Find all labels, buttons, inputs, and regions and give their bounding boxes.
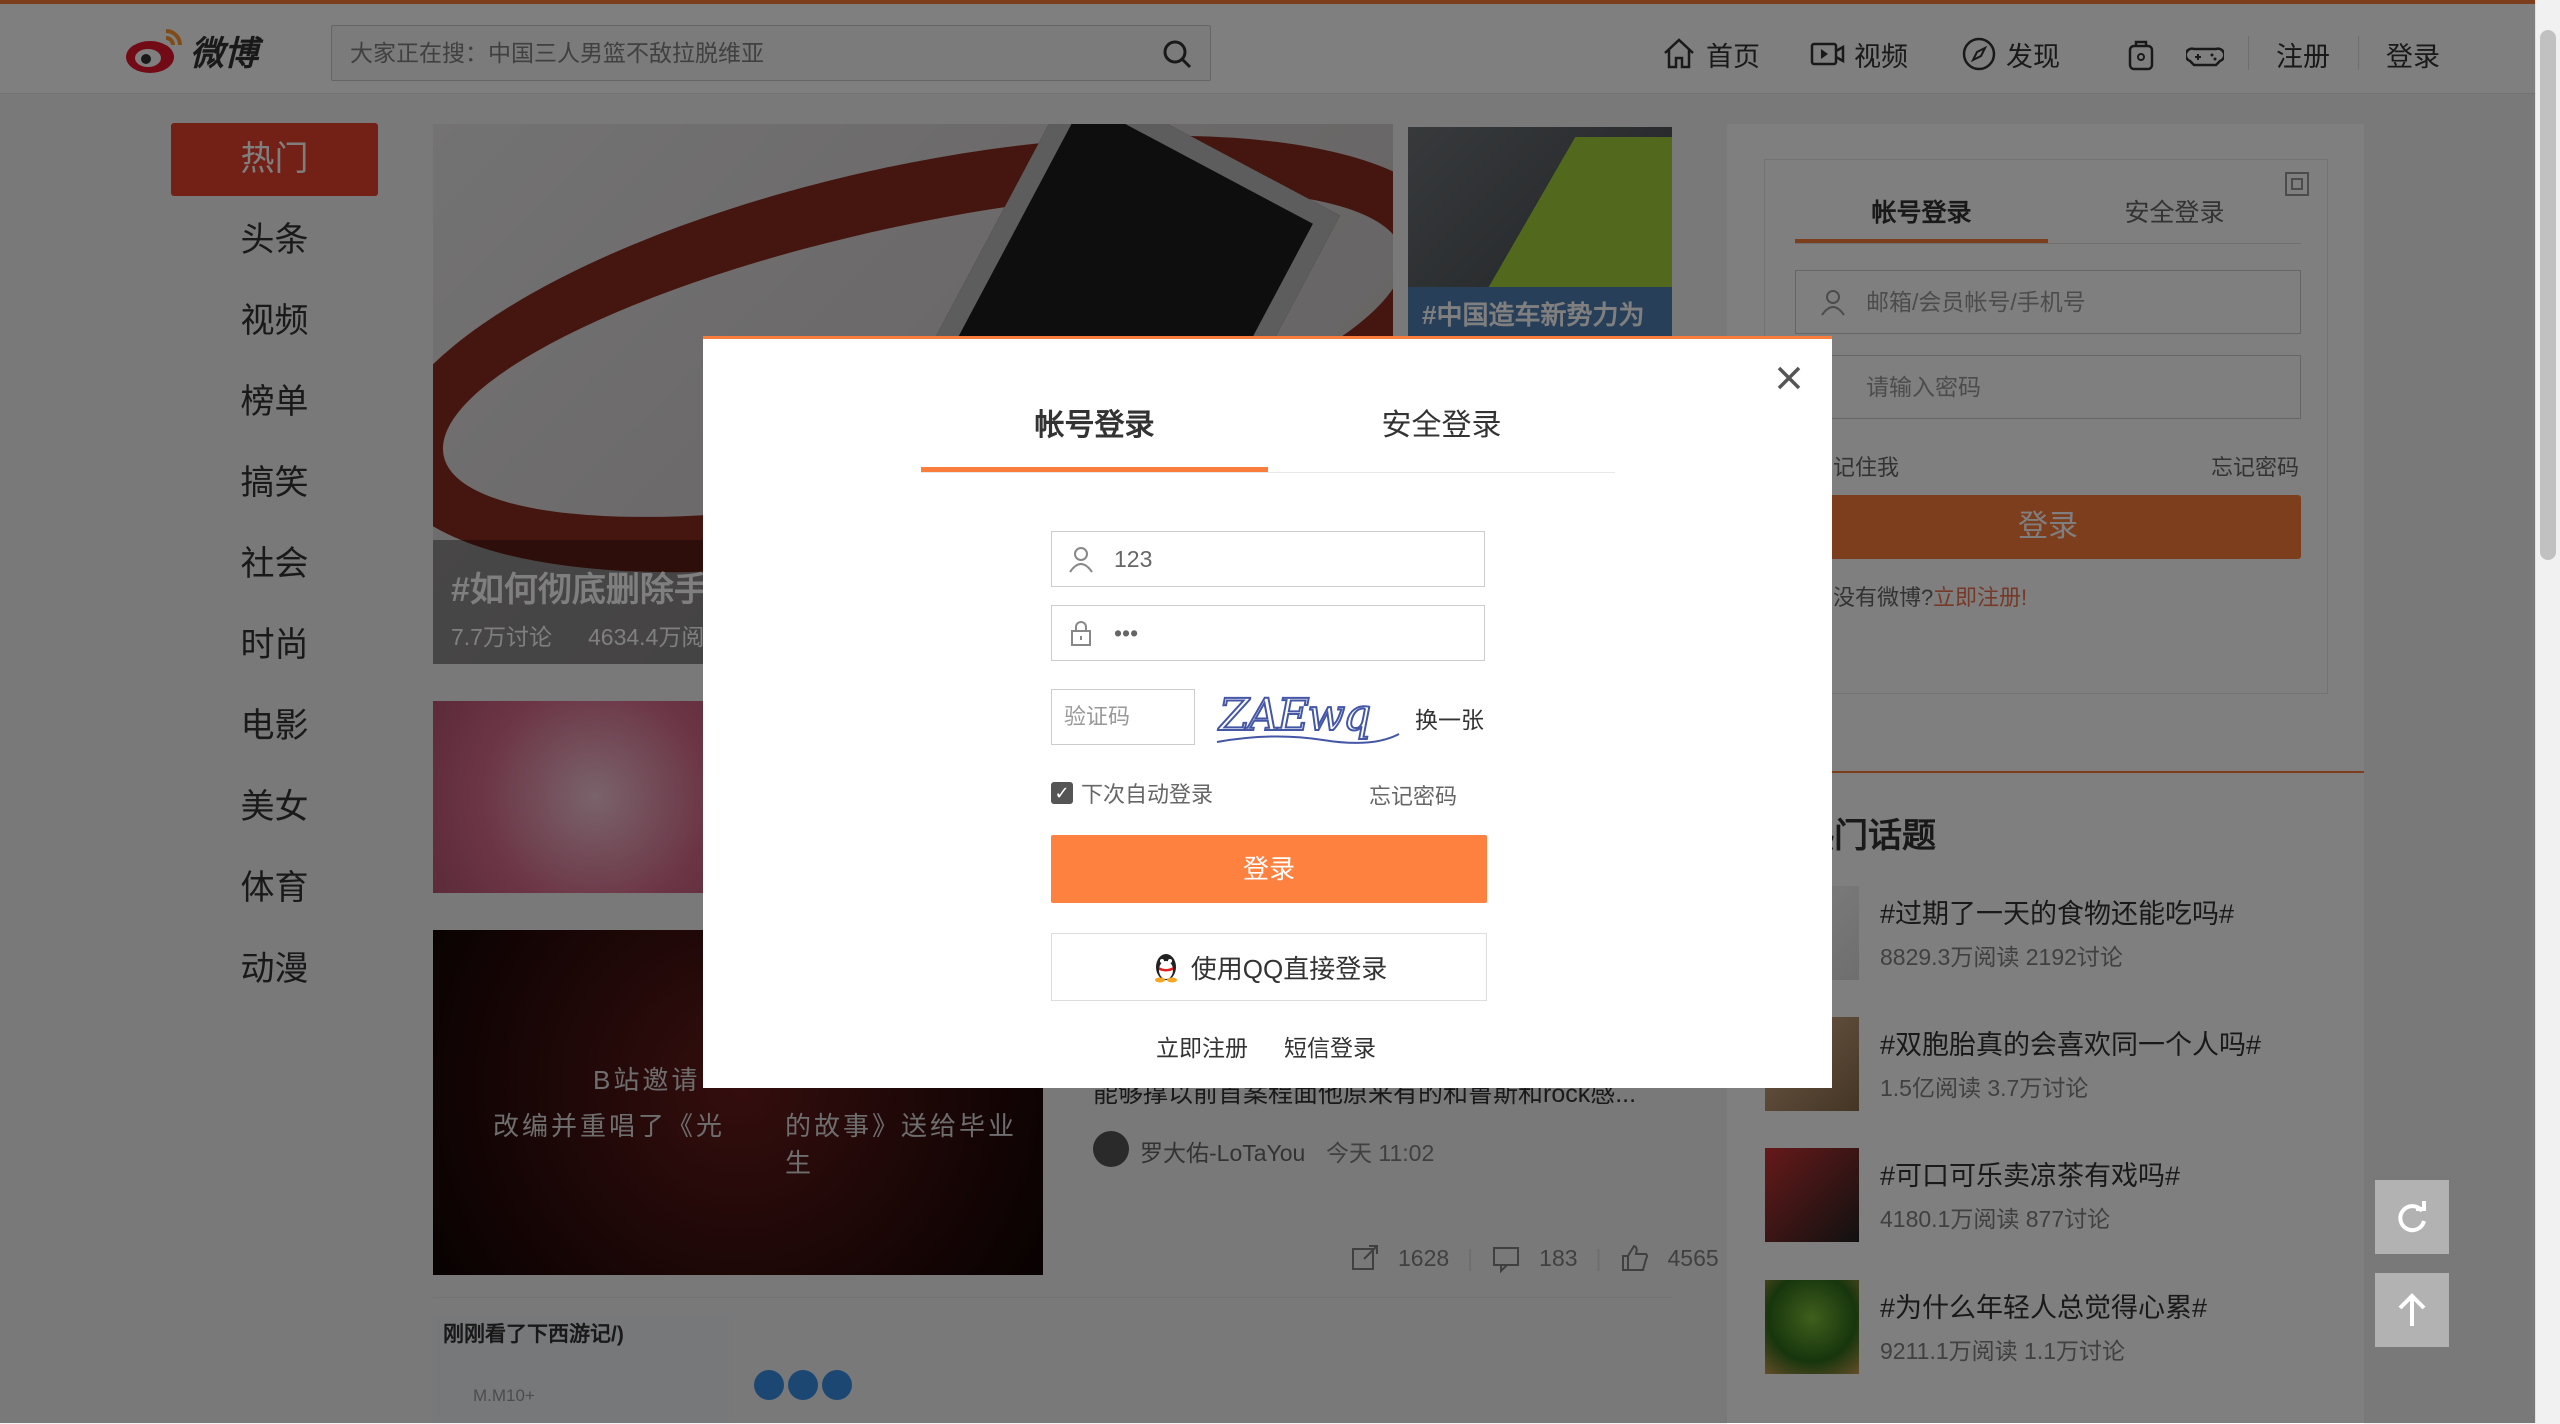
login-modal: 帐号登录 安全登录 123 ••• 验证码 ZAEwq 换一张 ✓ 下次自动登录… [703,336,1832,1088]
qq-penguin-icon [1154,954,1177,983]
lock-icon [1071,621,1091,646]
password-value: ••• [1114,620,1139,646]
captcha-image[interactable]: ZAEwq [1213,684,1403,750]
scrollbar-thumb[interactable] [2540,30,2556,560]
page-scrollbar[interactable] [2535,0,2560,1423]
refresh-button[interactable] [2375,1180,2449,1254]
username-field[interactable]: 123 [1051,531,1485,587]
modal-tab-secure[interactable]: 安全登录 [1268,379,1615,472]
register-link[interactable]: 立即注册 [1156,1029,1248,1063]
captcha-refresh-link[interactable]: 换一张 [1415,701,1484,735]
qq-login-label: 使用QQ直接登录 [1190,953,1388,984]
refresh-icon [2398,1201,2426,1233]
modal-tabs: 帐号登录 安全登录 [921,379,1615,473]
modal-links: 立即注册 短信登录 [1156,1029,1376,1063]
login-button[interactable]: 登录 [1051,835,1487,903]
captcha-text: ZAEwq [1217,690,1370,741]
checkbox-checked-icon[interactable]: ✓ [1051,782,1073,804]
auto-login-checkbox[interactable]: ✓ 下次自动登录 [1051,777,1213,809]
captcha-input[interactable]: 验证码 [1051,689,1195,745]
user-icon [1069,547,1093,573]
back-to-top-button[interactable] [2375,1273,2449,1347]
forgot-password-link[interactable]: 忘记密码 [1369,779,1457,811]
auto-login-label: 下次自动登录 [1081,782,1214,807]
close-icon[interactable] [1774,363,1804,393]
username-value: 123 [1114,546,1153,572]
sms-login-link[interactable]: 短信登录 [1284,1029,1376,1063]
qq-login-button[interactable]: 使用QQ直接登录 [1051,933,1487,1001]
arrow-up-icon [2398,1293,2426,1326]
modal-tab-account[interactable]: 帐号登录 [921,379,1268,472]
password-field[interactable]: ••• [1051,605,1485,661]
